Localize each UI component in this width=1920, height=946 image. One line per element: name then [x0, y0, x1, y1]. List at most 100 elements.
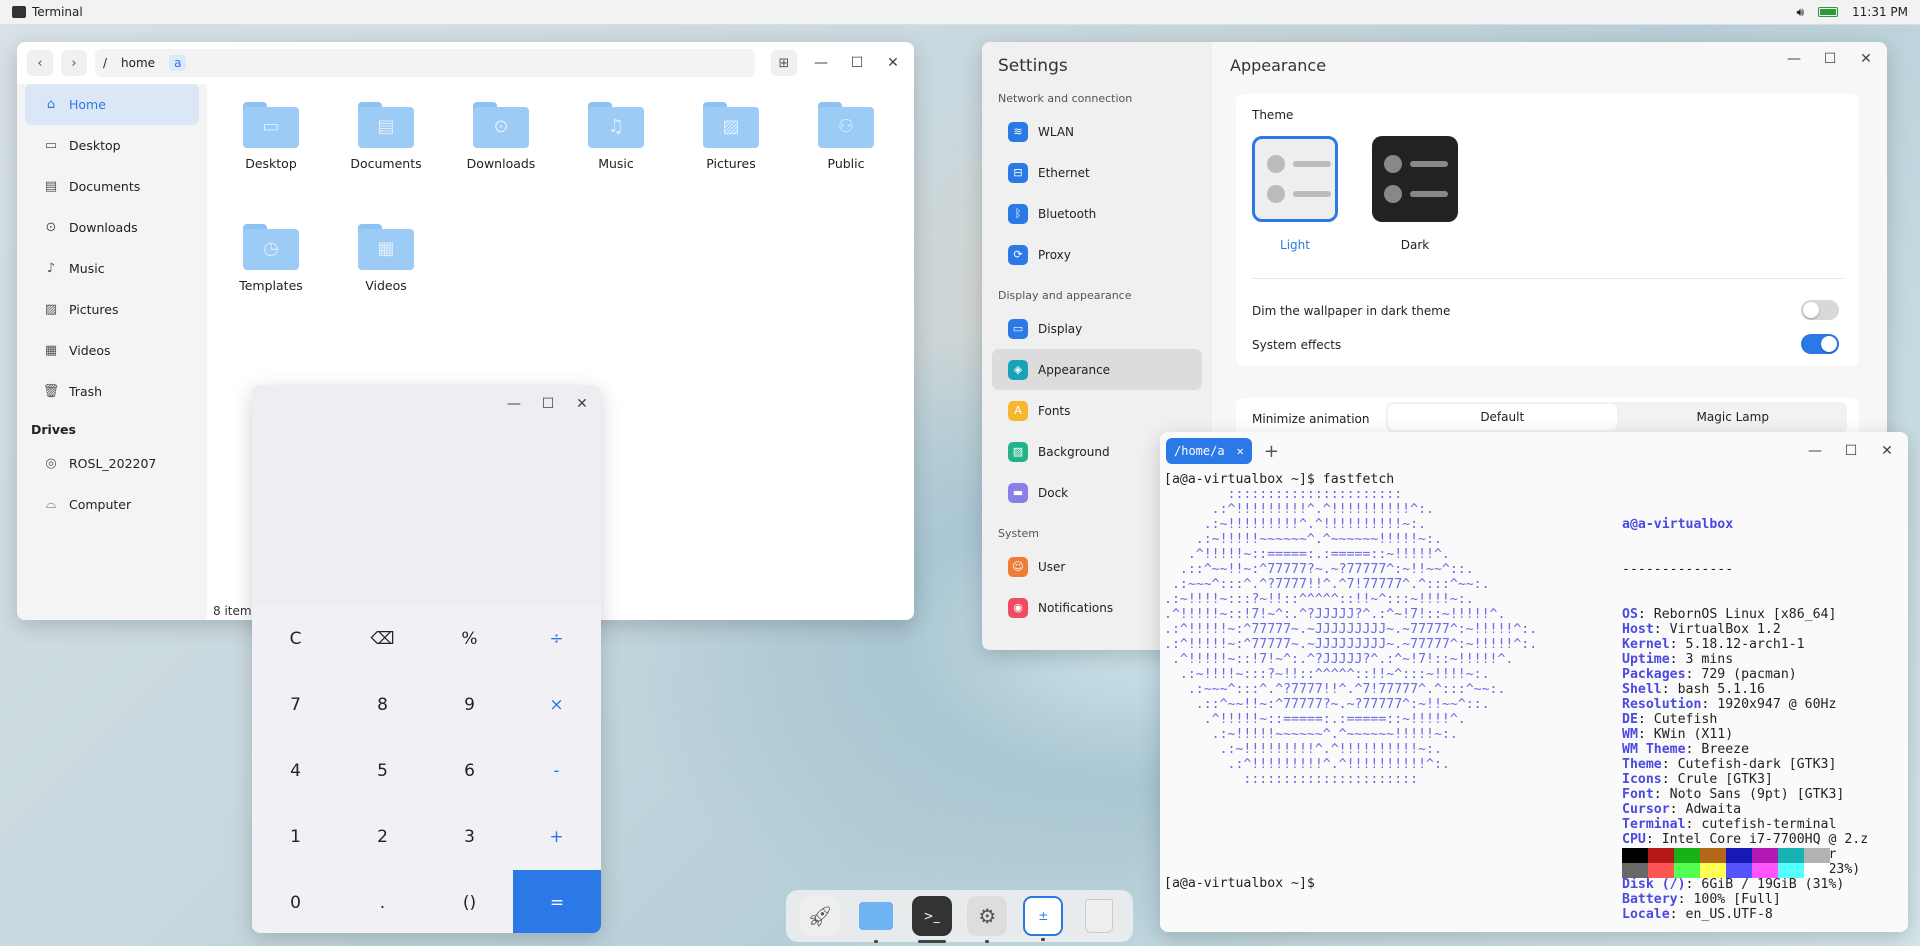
sidebar-item-documents[interactable]: ▤ Documents — [25, 166, 199, 207]
calculator-window: — ☐ ✕ C ⌫% ÷ 7 8 9 × 4 5 6- 1 2 3 +0.() = — [252, 385, 601, 933]
calc-key[interactable]: 8 — [339, 672, 426, 738]
close-tab-icon[interactable]: ✕ — [1237, 444, 1244, 458]
info-value: 100% [Full] — [1693, 892, 1781, 907]
nav-item-appearance[interactable]: ◈ Appearance — [992, 349, 1202, 390]
calc-key[interactable]: % — [426, 606, 513, 672]
disc-icon: ◎ — [45, 456, 57, 471]
breadcrumb-current[interactable]: a — [169, 55, 187, 71]
theme-light-option[interactable] — [1252, 136, 1338, 222]
nav-item-proxy[interactable]: ⟳ Proxy — [992, 234, 1202, 275]
calc-key[interactable]: 2 — [339, 804, 426, 870]
dim-wallpaper-toggle[interactable] — [1801, 300, 1839, 320]
folder-music[interactable]: ♫ Music — [566, 102, 666, 171]
info-line: Battery: 100% [Full] — [1622, 892, 1781, 907]
system-effects-toggle[interactable] — [1801, 334, 1839, 354]
minimize-button[interactable]: — — [1783, 48, 1805, 70]
calc-key[interactable]: ÷ — [513, 606, 600, 672]
forward-button[interactable]: › — [61, 50, 87, 76]
nav-item-ethernet[interactable]: ⊟ Ethernet — [992, 152, 1202, 193]
active-app[interactable]: Terminal — [12, 5, 83, 19]
speaker-icon[interactable]: 🔊︎ — [1796, 5, 1804, 20]
folder-public[interactable]: ⚇ Public — [796, 102, 896, 171]
breadcrumb[interactable]: / home a — [95, 49, 755, 77]
breadcrumb-home[interactable]: home — [121, 56, 155, 70]
logo-line: .:~!!!!~:::?~!!::^^^^^::!!~^:::~!!!!~:. — [1164, 667, 1490, 682]
nav-item-wlan[interactable]: ≋ WLAN — [992, 111, 1202, 152]
calc-key[interactable]: 7 — [252, 672, 339, 738]
terminal-icon[interactable]: >_ — [911, 896, 952, 943]
close-button[interactable]: ✕ — [1876, 440, 1898, 462]
nav-item-label: Display — [1038, 321, 1083, 336]
info-value: Adwaita — [1685, 802, 1742, 817]
close-button[interactable]: ✕ — [882, 52, 904, 74]
info-key: Resolution — [1622, 697, 1702, 712]
sidebar-item-pictures[interactable]: ▨ Pictures — [25, 289, 199, 330]
folder-documents[interactable]: ▤ Documents — [336, 102, 436, 171]
clock[interactable]: 11:31 PM — [1852, 5, 1908, 19]
sidebar-item-home[interactable]: ⌂ Home — [25, 84, 199, 125]
maximize-button[interactable]: ☐ — [537, 393, 559, 415]
rocket-icon[interactable]: 🚀︎ — [799, 896, 840, 936]
sidebar-item-desktop[interactable]: ▭ Desktop — [25, 125, 199, 166]
folder-templates[interactable]: ◷ Templates — [221, 224, 321, 293]
calc-key[interactable]: - — [513, 738, 600, 804]
info-key: Battery — [1622, 892, 1678, 907]
calc-key[interactable]: C — [252, 606, 339, 672]
calc-key[interactable]: 9 — [426, 672, 513, 738]
terminal-command-line[interactable]: [a@a-virtualbox ~]$ fastfetch — [1164, 472, 1394, 487]
calc-key[interactable]: () — [426, 870, 513, 933]
nav-item-bluetooth[interactable]: ᛒ Bluetooth — [992, 193, 1202, 234]
calc-key[interactable]: 5 — [339, 738, 426, 804]
info-line: Host: VirtualBox 1.2 — [1622, 622, 1781, 637]
back-button[interactable]: ‹ — [27, 50, 53, 76]
new-tab-button[interactable]: + — [1264, 441, 1279, 462]
view-mode-button[interactable]: ⊞ — [771, 50, 797, 76]
calc-key[interactable]: × — [513, 672, 600, 738]
battery-icon[interactable] — [1818, 7, 1838, 17]
folder-icon[interactable] — [856, 896, 896, 943]
close-button[interactable]: ✕ — [571, 393, 593, 415]
segment-magic-lamp[interactable]: Magic Lamp — [1619, 402, 1848, 432]
calc-key[interactable]: 0 — [252, 870, 339, 933]
breadcrumb-root[interactable]: / — [103, 56, 107, 70]
minimize-button[interactable]: — — [1804, 440, 1826, 462]
nav-item-fonts[interactable]: A Fonts — [992, 390, 1202, 431]
nav-item-display[interactable]: ▭ Display — [992, 308, 1202, 349]
folder-downloads[interactable]: ⊙ Downloads — [451, 102, 551, 171]
trash-icon[interactable] — [1079, 896, 1119, 936]
calc-key[interactable]: 1 — [252, 804, 339, 870]
calc-key[interactable]: 3 — [426, 804, 513, 870]
info-line: Font: Noto Sans (9pt) [GTK3] — [1622, 787, 1845, 802]
calc-key[interactable]: 4 — [252, 738, 339, 804]
folder-videos[interactable]: ▦ Videos — [336, 224, 436, 293]
close-button[interactable]: ✕ — [1855, 48, 1877, 70]
calc-key[interactable]: . — [339, 870, 426, 933]
sidebar-item-downloads[interactable]: ⊙ Downloads — [25, 207, 199, 248]
folder-pictures[interactable]: ▨ Pictures — [681, 102, 781, 171]
info-line: Terminal: cutefish-terminal — [1622, 817, 1837, 832]
sidebar-item-videos[interactable]: ▦ Videos — [25, 330, 199, 371]
sidebar-item-label: Downloads — [69, 220, 138, 235]
maximize-button[interactable]: ☐ — [1840, 440, 1862, 462]
calc-key[interactable]: ⌫ — [339, 606, 426, 672]
settings-icon[interactable]: ⚙ — [967, 896, 1008, 943]
calc-key[interactable]: = — [513, 870, 601, 933]
calculator-icon[interactable]: ± — [1023, 896, 1064, 941]
info-value: Breeze — [1701, 742, 1750, 757]
maximize-button[interactable]: ☐ — [1819, 48, 1841, 70]
sidebar-item-trash[interactable]: 🗑︎ Trash — [25, 371, 199, 412]
minimize-button[interactable]: — — [810, 52, 832, 74]
calc-key[interactable]: 6 — [426, 738, 513, 804]
theme-dark-option[interactable] — [1372, 136, 1458, 222]
minimize-button[interactable]: — — [503, 393, 525, 415]
sidebar-item-rosl[interactable]: ◎ ROSL_202207 — [25, 443, 199, 484]
maximize-button[interactable]: ☐ — [846, 52, 868, 74]
folder-desktop[interactable]: ▭ Desktop — [221, 102, 321, 171]
terminal-tab[interactable]: /home/a ✕ — [1166, 438, 1252, 464]
sidebar-item-computer[interactable]: ⌓ Computer — [25, 484, 199, 525]
calc-key[interactable]: + — [513, 804, 600, 870]
sidebar-item-music[interactable]: ♪ Music — [25, 248, 199, 289]
terminal-prompt[interactable]: [a@a-virtualbox ~]$ — [1164, 876, 1315, 891]
segment-default[interactable]: Default — [1388, 404, 1617, 430]
info-line: WM: KWin (X11) — [1622, 727, 1734, 742]
